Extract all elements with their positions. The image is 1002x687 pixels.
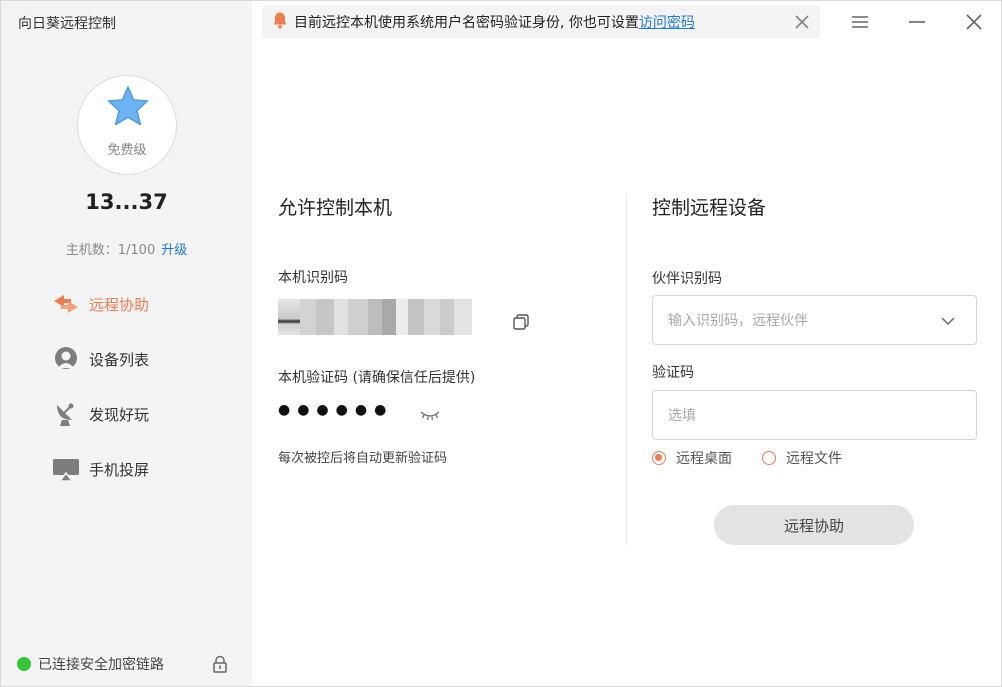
radio-circle	[762, 451, 776, 465]
radio-circle	[652, 451, 666, 465]
secure-status-label: 已连接安全加密链路	[38, 657, 164, 673]
screen-cast-icon	[51, 455, 81, 483]
upgrade-link[interactable]: 升级	[161, 243, 187, 258]
sidebar: 向日葵远程控制 免费级 13...37 主机数：1/100 升级 远程协助 设备…	[1, 1, 252, 686]
sidebar-item-label: 设备列表	[89, 350, 150, 369]
close-notice-icon[interactable]	[792, 12, 812, 36]
remote-assist-button[interactable]: 远程协助	[714, 505, 914, 545]
avatar[interactable]: 免费级	[77, 75, 177, 175]
status-dot	[17, 657, 31, 671]
host-count: 主机数：1/100 升级	[1, 239, 252, 258]
notice-text: 目前远控本机使用系统用户名密码验证身份, 你也可设置	[294, 15, 639, 31]
secure-status: 已连接安全加密链路	[17, 654, 164, 674]
app-title: 向日葵远程控制	[18, 16, 116, 32]
lock-icon[interactable]	[212, 655, 228, 677]
radio-remote-desktop[interactable]: 远程桌面	[652, 448, 732, 468]
copy-icon[interactable]	[512, 313, 530, 335]
star-icon	[107, 86, 149, 126]
verify-code-input[interactable]: 选填	[652, 390, 977, 440]
close-window-icon[interactable]	[963, 11, 985, 33]
menu-icon[interactable]	[849, 11, 871, 33]
notice-bar: 目前远控本机使用系统用户名密码验证身份, 你也可设置 访问密码	[262, 5, 820, 39]
sidebar-item-label: 远程协助	[89, 295, 150, 314]
partner-id-label: 伙伴识别码	[652, 271, 722, 287]
app-window: 向日葵远程控制 免费级 13...37 主机数：1/100 升级 远程协助 设备…	[0, 0, 1002, 687]
machine-id-label: 本机识别码	[278, 270, 348, 286]
chevron-down-icon[interactable]	[940, 313, 956, 332]
radio-label: 远程桌面	[676, 451, 732, 467]
panel-divider	[626, 193, 627, 545]
user-id: 13...37	[85, 190, 168, 214]
verify-code-label: 本机验证码 (请确保信任后提供)	[278, 370, 476, 386]
satellite-icon	[51, 400, 81, 428]
verify-code-placeholder: 选填	[668, 408, 696, 424]
sidebar-item-remote-assist[interactable]: 远程协助	[51, 286, 231, 322]
partner-id-input[interactable]: 输入识别码，远程伙伴	[652, 295, 977, 345]
host-count-text: 主机数：1/100	[65, 243, 156, 258]
tier-label: 免费级	[107, 143, 147, 158]
radio-remote-file[interactable]: 远程文件	[762, 448, 842, 468]
device-list-icon	[51, 345, 81, 373]
verify-code-value: ●●●●●●	[278, 402, 394, 418]
remote-assist-icon	[51, 290, 81, 318]
sidebar-item-screen-cast[interactable]: 手机投屏	[51, 451, 231, 487]
machine-id-value	[278, 299, 472, 335]
bell-icon	[272, 11, 288, 33]
partner-id-placeholder: 输入识别码，远程伙伴	[668, 313, 808, 329]
sidebar-item-label: 手机投屏	[89, 460, 150, 479]
auto-update-hint: 每次被控后将自动更新验证码	[278, 451, 448, 466]
radio-label: 远程文件	[786, 451, 842, 467]
hidden-eye-icon[interactable]	[419, 407, 441, 426]
verify-code-input-label: 验证码	[652, 365, 694, 381]
access-password-link[interactable]: 访问密码	[639, 12, 695, 32]
minimize-icon[interactable]	[906, 11, 928, 33]
allow-control-title: 允许控制本机	[278, 197, 393, 219]
sidebar-item-discover[interactable]: 发现好玩	[51, 396, 231, 432]
sidebar-item-label: 发现好玩	[89, 405, 150, 424]
control-remote-title: 控制远程设备	[652, 197, 767, 219]
sidebar-item-device-list[interactable]: 设备列表	[51, 341, 231, 377]
